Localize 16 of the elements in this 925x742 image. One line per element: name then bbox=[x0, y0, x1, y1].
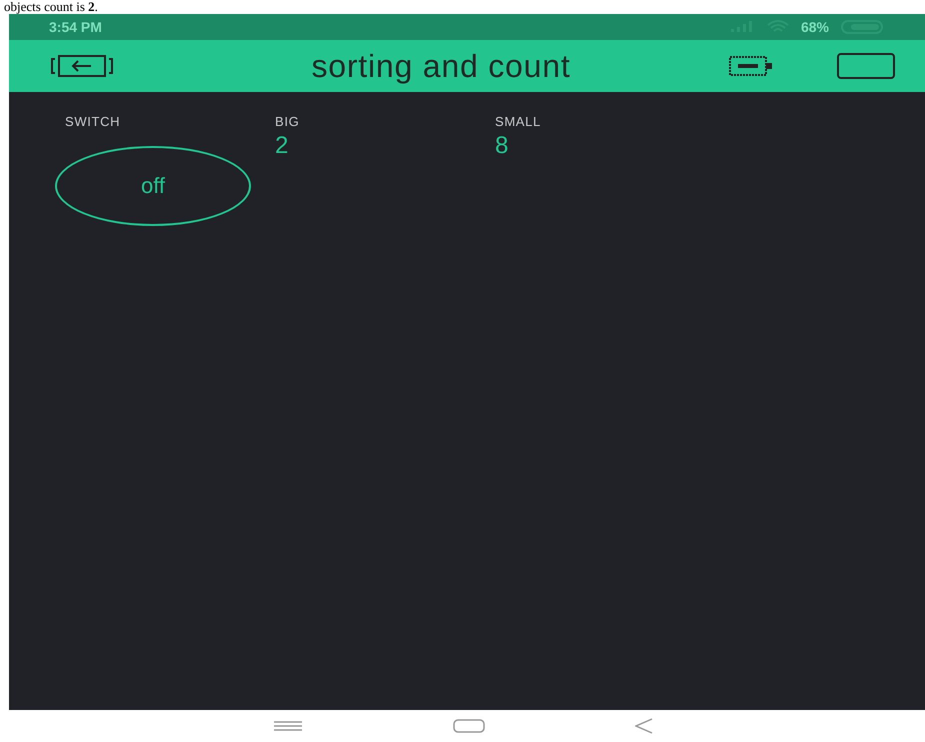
home-icon[interactable] bbox=[452, 719, 484, 733]
document-text: objects count is 2. bbox=[4, 0, 98, 14]
switch-button[interactable]: off bbox=[55, 146, 251, 226]
back-icon[interactable] bbox=[634, 718, 652, 734]
square-icon[interactable] bbox=[836, 53, 895, 79]
widget-label: BIG bbox=[275, 113, 300, 131]
widget-label: SMALL bbox=[495, 113, 542, 131]
app-title: sorting and count bbox=[311, 47, 571, 86]
exit-icon[interactable] bbox=[51, 54, 113, 78]
battery-icon[interactable] bbox=[728, 55, 773, 77]
status-time: 3:54 PM bbox=[49, 18, 102, 36]
menu-icon[interactable] bbox=[272, 720, 302, 732]
battery-percent: 68% bbox=[800, 18, 829, 36]
value-display: 2 bbox=[275, 132, 290, 160]
value-display: 8 bbox=[495, 132, 510, 160]
widget-label: SWITCH bbox=[64, 113, 122, 131]
